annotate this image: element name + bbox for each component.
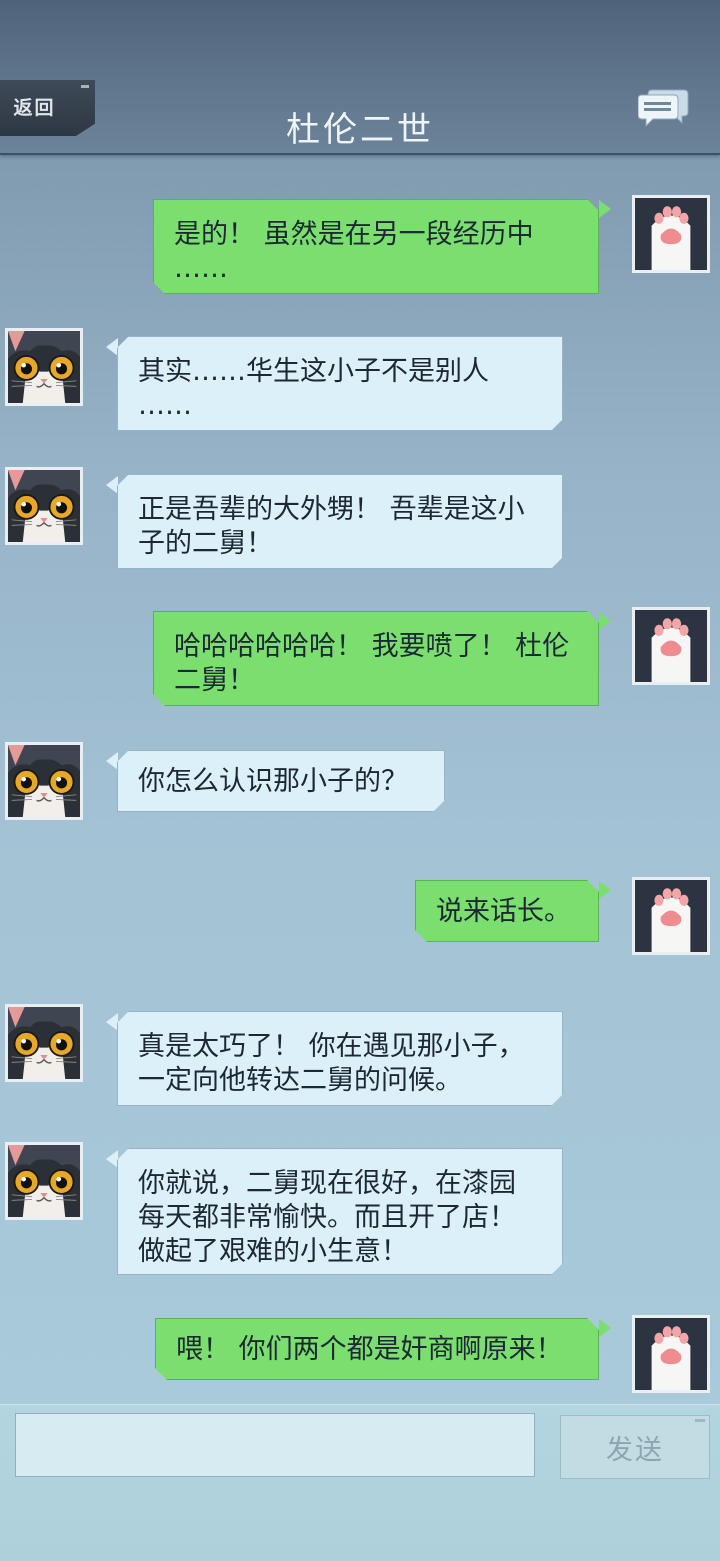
cat-face-avatar[interactable] — [5, 467, 83, 545]
my-message-bubble: 喂！ 你们两个都是奸商啊原来！ — [155, 1318, 599, 1380]
npc-message-bubble: 你怎么认识那小子的？ — [117, 750, 445, 812]
cat-paw-avatar[interactable] — [632, 195, 710, 273]
send-button[interactable]: 发送 — [560, 1415, 710, 1479]
cat-paw-avatar[interactable] — [632, 877, 710, 955]
my-message-bubble: 哈哈哈哈哈哈！ 我要喷了！ 杜伦 二舅！ — [153, 611, 599, 706]
bubble-tail — [106, 476, 118, 494]
chat-bubbles-icon[interactable] — [638, 86, 690, 128]
bubble-tail — [106, 338, 118, 356]
cat-paw-avatar[interactable] — [632, 1315, 710, 1393]
npc-message-bubble: 其实……华生这小子不是别人 …… — [117, 336, 563, 431]
npc-message-bubble: 真是太巧了！ 你在遇见那小子， 一定向他转达二舅的问候。 — [117, 1011, 563, 1106]
npc-message-bubble: 你就说，二舅现在很好，在漆园 每天都非常愉快。而且开了店！ 做起了艰难的小生意！ — [117, 1148, 563, 1275]
message-input[interactable] — [15, 1413, 535, 1477]
bubble-tail — [106, 1013, 118, 1031]
npc-message-bubble: 正是吾辈的大外甥！ 吾辈是这小 子的二舅！ — [117, 474, 563, 569]
bubble-tail — [599, 881, 611, 899]
cat-face-avatar[interactable] — [5, 1004, 83, 1082]
cat-face-avatar[interactable] — [5, 328, 83, 406]
cat-paw-avatar[interactable] — [632, 607, 710, 685]
cat-face-avatar[interactable] — [5, 1142, 83, 1220]
page-title: 杜伦二世 — [286, 110, 434, 150]
bubble-tail — [599, 1319, 611, 1337]
bubble-tail — [599, 612, 611, 630]
bubble-tail — [599, 200, 611, 218]
my-message-bubble: 说来话长。 — [415, 880, 599, 942]
my-message-bubble: 是的！ 虽然是在另一段经历中 …… — [153, 199, 599, 294]
bubble-tail — [106, 752, 118, 770]
cat-face-avatar[interactable] — [5, 742, 83, 820]
bubble-tail — [106, 1150, 118, 1168]
